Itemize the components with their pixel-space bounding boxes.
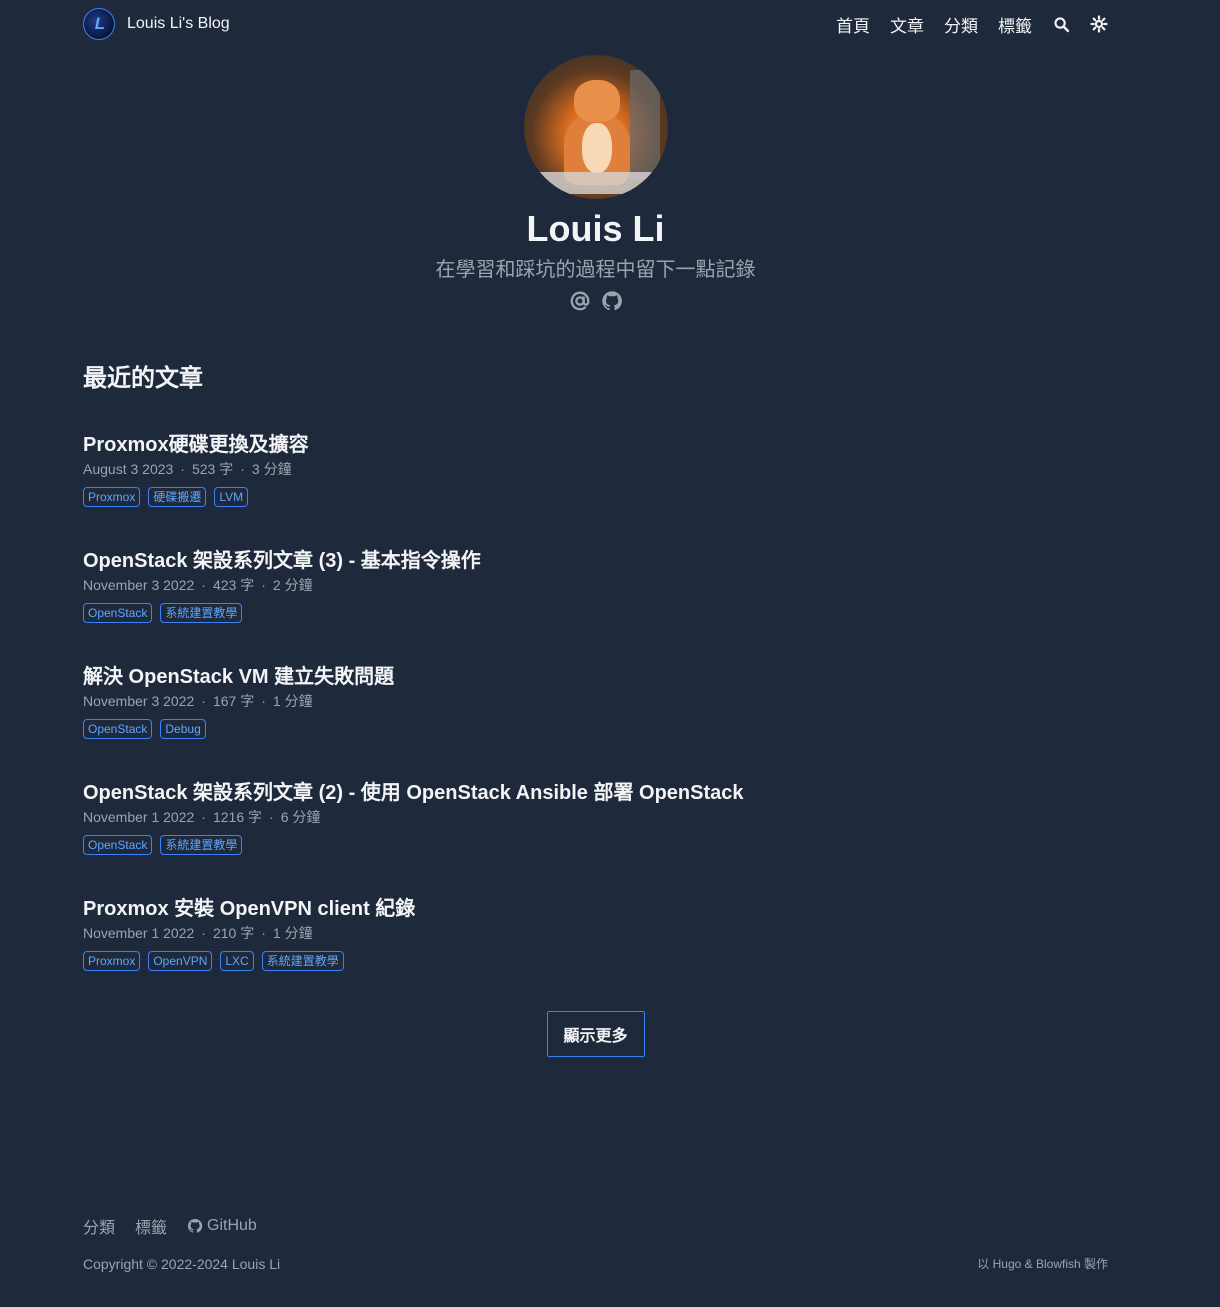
article-read-time: 1 分鐘 [272, 925, 313, 941]
article-tags: Proxmox OpenVPN LXC 系統建置教學 [83, 951, 1108, 971]
article-word-count: 423 字 [212, 577, 255, 593]
tag-link[interactable]: Proxmox [83, 951, 141, 971]
article-tags: Proxmox 硬碟搬遷 LVM [83, 487, 1108, 507]
article-item: 解決 OpenStack VM 建立失敗問題 November 3 2022 · 1… [83, 664, 1108, 780]
github-icon [187, 1218, 203, 1234]
tag-link[interactable]: Debug [160, 719, 206, 739]
article-date: November 3 2022 [83, 577, 195, 593]
article-title[interactable]: Proxmox硬碟更換及擴容 [83, 432, 1108, 458]
footer-link-tags[interactable]: 標籤 [135, 1214, 167, 1238]
search-icon[interactable] [1052, 15, 1070, 33]
article-read-time: 6 分鐘 [280, 809, 321, 825]
nav-home[interactable]: 首頁 [836, 12, 870, 37]
footer-nav: 分類 標籤 GitHub [83, 1214, 1108, 1238]
article-date: November 3 2022 [83, 693, 195, 709]
article-title[interactable]: 解決 OpenStack VM 建立失敗問題 [83, 664, 1108, 690]
footer-link-label: 分類 [83, 1220, 116, 1237]
tag-link[interactable]: Proxmox [83, 487, 141, 507]
article-date: August 3 2023 [83, 461, 174, 477]
recent-posts-heading: 最近的文章 [83, 365, 203, 392]
author-name: Louis Li [526, 208, 665, 249]
copyright-text: Copyright © 2022-2024 Louis Li [83, 1255, 281, 1272]
author-tagline: 在學習和踩坑的過程中留下一點記錄 [435, 259, 756, 281]
tag-link[interactable]: OpenStack [83, 603, 153, 623]
article-read-time: 1 分鐘 [272, 693, 313, 709]
nav-posts[interactable]: 文章 [890, 12, 924, 37]
tag-link[interactable]: OpenStack [83, 835, 153, 855]
article-title[interactable]: OpenStack 架設系列文章 (2) - 使用 OpenStack Ansi… [83, 780, 1108, 806]
article-read-time: 2 分鐘 [272, 577, 313, 593]
site-title[interactable]: Louis Li's Blog [127, 15, 230, 33]
footer-bottom: Copyright © 2022-2024 Louis Li 以 Hugo & … [83, 1255, 1108, 1272]
article-item: Proxmox 安裝 OpenVPN client 紀錄 November 1 … [83, 896, 1108, 1012]
social-links [569, 290, 623, 312]
footer-link-label: 標籤 [135, 1220, 168, 1237]
site-brand[interactable]: L Louis Li's Blog [83, 8, 230, 40]
tag-link[interactable]: OpenStack [83, 719, 153, 739]
site-header: L Louis Li's Blog 首頁 文章 分類 標籤 [83, 8, 1108, 40]
site-logo[interactable]: L [83, 8, 115, 40]
footer-link-categories[interactable]: 分類 [83, 1214, 115, 1238]
article-word-count: 167 字 [212, 693, 255, 709]
tag-link[interactable]: LVM [214, 487, 249, 507]
logo-text: L [94, 14, 105, 33]
article-title[interactable]: Proxmox 安裝 OpenVPN client 紀錄 [83, 896, 1108, 922]
article-item: OpenStack 架設系列文章 (2) - 使用 OpenStack Ansi… [83, 780, 1108, 896]
article-tags: OpenStack 系統建置教學 [83, 835, 1108, 855]
article-tags: OpenStack Debug [83, 719, 1108, 739]
article-item: OpenStack 架設系列文章 (3) - 基本指令操作 November 3… [83, 548, 1108, 664]
article-list: Proxmox硬碟更換及擴容 August 3 2023 · 523 字 · 3 分鐘 … [83, 432, 1108, 1012]
article-meta: November 1 2022 · 210 字 · 1 分鐘 [83, 925, 313, 941]
nav-tags[interactable]: 標籤 [998, 12, 1032, 37]
article-date: November 1 2022 [83, 809, 195, 825]
article-tags: OpenStack 系統建置教學 [83, 603, 1108, 623]
theme-toggle-icon[interactable] [1090, 15, 1108, 33]
powered-by-text[interactable]: 以 Hugo & Blowfish 製作 [977, 1255, 1108, 1272]
footer-link-label: GitHub [207, 1217, 257, 1234]
article-title[interactable]: OpenStack 架設系列文章 (3) - 基本指令操作 [83, 548, 1108, 574]
email-icon[interactable] [569, 290, 591, 312]
tag-link[interactable]: 系統建置教學 [261, 951, 344, 971]
article-date: November 1 2022 [83, 925, 195, 941]
nav-categories[interactable]: 分類 [944, 12, 978, 37]
tag-link[interactable]: LXC [220, 951, 254, 971]
article-word-count: 210 字 [212, 925, 255, 941]
author-avatar [523, 55, 668, 199]
article-meta: August 3 2023 · 523 字 · 3 分鐘 [83, 461, 292, 477]
article-word-count: 523 字 [191, 461, 234, 477]
tag-link[interactable]: 系統建置教學 [160, 603, 243, 623]
article-meta: November 1 2022 · 1216 字 · 6 分鐘 [83, 809, 321, 825]
show-more-wrapper: 顯示更多 [83, 1011, 1108, 1057]
main-nav: 首頁 文章 分類 標籤 [836, 12, 1108, 37]
article-meta: November 3 2022 · 423 字 · 2 分鐘 [83, 577, 313, 593]
show-more-button[interactable]: 顯示更多 [546, 1011, 645, 1057]
author-profile: Louis Li 在學習和踩坑的過程中留下一點記錄 [83, 55, 1108, 312]
tag-link[interactable]: 系統建置教學 [160, 835, 243, 855]
article-item: Proxmox硬碟更換及擴容 August 3 2023 · 523 字 · 3 分鐘 … [83, 432, 1108, 548]
tag-link[interactable]: 硬碟搬遷 [148, 487, 207, 507]
article-read-time: 3 分鐘 [251, 461, 292, 477]
article-word-count: 1216 字 [212, 809, 263, 825]
tag-link[interactable]: OpenVPN [148, 951, 213, 971]
github-icon[interactable] [601, 290, 623, 312]
article-meta: November 3 2022 · 167 字 · 1 分鐘 [83, 693, 313, 709]
footer-link-github[interactable]: GitHub [187, 1217, 257, 1235]
